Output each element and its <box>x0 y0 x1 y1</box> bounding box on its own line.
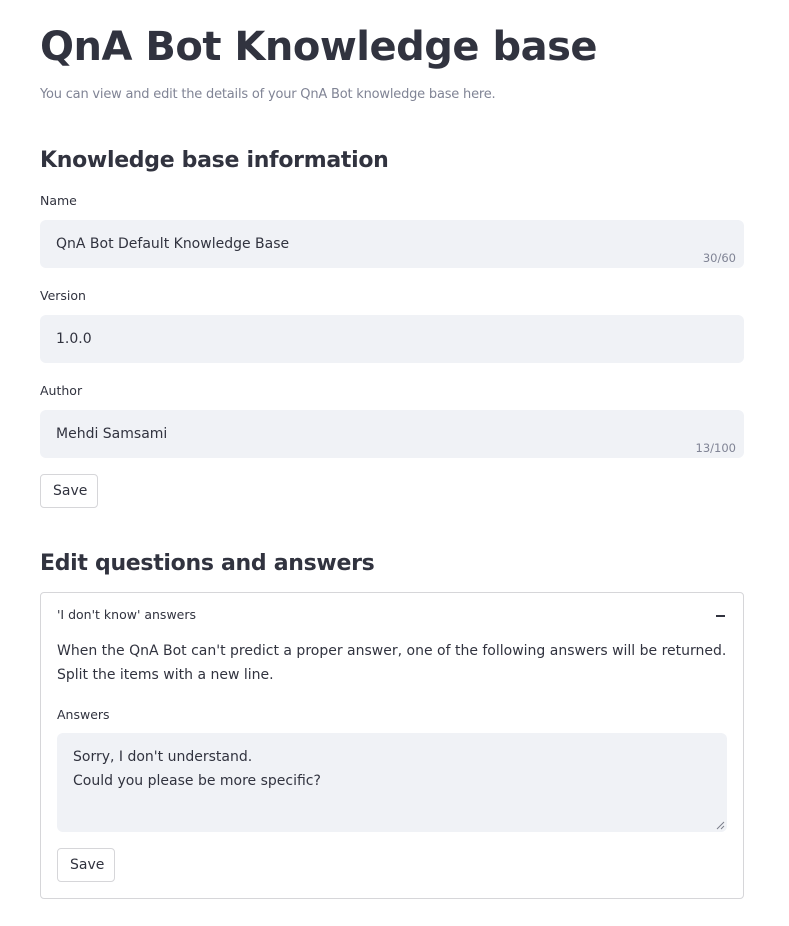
author-label: Author <box>40 383 83 398</box>
author-char-counter: 13/100 <box>695 441 736 455</box>
minus-icon[interactable] <box>716 615 725 617</box>
version-input[interactable] <box>40 315 744 363</box>
name-field-container: 30/60 <box>40 220 744 268</box>
answers-save-button[interactable]: Save <box>57 848 115 882</box>
name-char-counter: 30/60 <box>702 251 736 265</box>
idk-answers-expander: 'I don't know' answers When the QnA Bot … <box>40 592 744 899</box>
expander-title[interactable]: 'I don't know' answers <box>57 607 196 622</box>
answers-label: Answers <box>57 707 110 722</box>
qa-heading: Edit questions and answers <box>40 551 375 576</box>
version-label: Version <box>40 288 86 303</box>
author-field-container: 13/100 <box>40 410 744 458</box>
answers-textarea[interactable]: Sorry, I don't understand. Could you ple… <box>57 733 727 832</box>
author-input[interactable] <box>40 410 744 458</box>
page-title: QnA Bot Knowledge base <box>40 24 598 70</box>
page-subtitle: You can view and edit the details of you… <box>40 87 496 102</box>
kb-info-save-button[interactable]: Save <box>40 474 98 508</box>
version-field-container <box>40 315 744 363</box>
resize-handle-icon[interactable] <box>716 821 725 830</box>
name-label: Name <box>40 193 77 208</box>
page: QnA Bot Knowledge base You can view and … <box>0 0 789 926</box>
kb-info-heading: Knowledge base information <box>40 148 389 173</box>
name-input[interactable] <box>40 220 744 268</box>
expander-description: When the QnA Bot can't predict a proper … <box>57 643 727 683</box>
answers-textarea-container: Sorry, I don't understand. Could you ple… <box>57 733 727 832</box>
